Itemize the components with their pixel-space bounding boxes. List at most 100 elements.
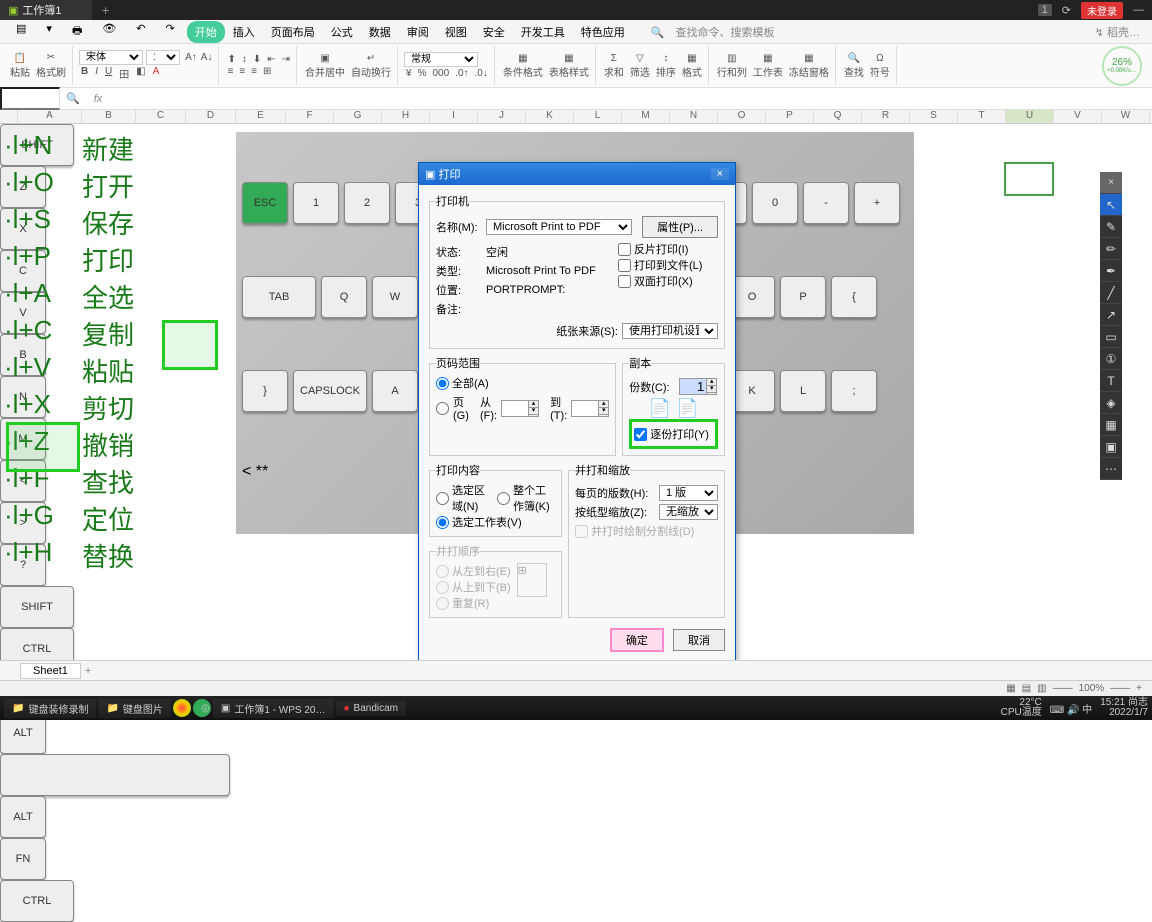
close-tools-icon[interactable]: × xyxy=(1100,172,1122,194)
col-V[interactable]: V xyxy=(1054,110,1102,123)
copies-input[interactable] xyxy=(680,379,706,394)
view-normal-icon[interactable]: ▦ xyxy=(1006,683,1015,694)
align-right-icon[interactable]: ≡ xyxy=(249,66,259,77)
invert-checkbox[interactable] xyxy=(618,243,631,256)
dialog-titlebar[interactable]: ▣ 打印 × xyxy=(419,163,735,185)
taskbar-wps[interactable]: ▣ 工作簿1 - WPS 20… xyxy=(213,699,334,718)
fontsize-selector[interactable]: 11 xyxy=(146,50,180,65)
collate-checkbox[interactable] xyxy=(634,428,647,441)
taskbar-chrome[interactable] xyxy=(173,699,191,717)
italic-icon[interactable]: I xyxy=(93,66,100,81)
col-Q[interactable]: Q xyxy=(814,110,862,123)
col-D[interactable]: D xyxy=(186,110,236,123)
outdent-icon[interactable]: ⇤ xyxy=(265,54,277,65)
zoom-in-icon[interactable]: + xyxy=(1136,683,1142,694)
paste-button[interactable]: 📋粘贴 xyxy=(8,53,32,79)
col-F[interactable]: F xyxy=(286,110,334,123)
format-painter[interactable]: 格式刷 xyxy=(34,64,68,79)
from-input[interactable] xyxy=(502,401,528,416)
bold-icon[interactable]: B xyxy=(79,66,90,81)
table-style-button[interactable]: ▦表格样式 xyxy=(547,53,591,79)
menu-security[interactable]: 安全 xyxy=(475,21,513,43)
rect-icon[interactable]: ▭ xyxy=(1100,326,1122,348)
brush-icon[interactable]: ✒ xyxy=(1100,260,1122,282)
menu-pagelayout[interactable]: 页面布局 xyxy=(263,21,323,43)
notification-badge[interactable]: 1 xyxy=(1038,4,1052,16)
properties-button[interactable]: 属性(P)... xyxy=(642,216,718,238)
col-M[interactable]: M xyxy=(622,110,670,123)
eraser-icon[interactable]: ◈ xyxy=(1100,392,1122,414)
range-pages-radio[interactable] xyxy=(436,402,449,415)
symbol-button[interactable]: Ω符号 xyxy=(868,53,892,79)
view-break-icon[interactable]: ▥ xyxy=(1037,683,1046,694)
align-top-icon[interactable]: ⬆ xyxy=(225,54,237,65)
marker-icon[interactable]: ✏ xyxy=(1100,238,1122,260)
col-I[interactable]: I xyxy=(430,110,478,123)
sort-button[interactable]: ↕排序 xyxy=(654,53,678,79)
sum-button[interactable]: Σ求和 xyxy=(602,53,626,79)
col-G[interactable]: G xyxy=(334,110,382,123)
print-icon[interactable]: 🖶 xyxy=(64,19,90,44)
col-R[interactable]: R xyxy=(862,110,910,123)
filter-button[interactable]: ▽筛选 xyxy=(628,53,652,79)
col-O[interactable]: O xyxy=(718,110,766,123)
menu-review[interactable]: 审阅 xyxy=(399,21,437,43)
col-K[interactable]: K xyxy=(526,110,574,123)
number-icon[interactable]: ① xyxy=(1100,348,1122,370)
indent-icon[interactable]: ⇥ xyxy=(280,54,292,65)
col-E[interactable]: E xyxy=(236,110,286,123)
merge-center-button[interactable]: ▣合并居中 xyxy=(303,53,347,79)
col-P[interactable]: P xyxy=(766,110,814,123)
sel-sheet-radio[interactable] xyxy=(436,516,449,529)
find-button[interactable]: 🔍查找 xyxy=(842,53,866,79)
perpage-select[interactable]: 1 版 xyxy=(659,485,718,501)
align-left-icon[interactable]: ≡ xyxy=(225,66,235,77)
cut-icon[interactable]: ✂ xyxy=(34,52,68,63)
save-icon[interactable]: ▾ xyxy=(38,19,60,44)
pencil-icon[interactable]: ✎ xyxy=(1100,216,1122,238)
blur-icon[interactable]: ▦ xyxy=(1100,414,1122,436)
conditional-format-button[interactable]: ▦条件格式 xyxy=(501,53,545,79)
menu-start[interactable]: 开始 xyxy=(187,21,225,43)
col-L[interactable]: L xyxy=(574,110,622,123)
preview-icon[interactable]: 👁 xyxy=(94,19,124,44)
view-page-icon[interactable]: ▤ xyxy=(1022,683,1031,694)
col-T[interactable]: T xyxy=(958,110,1006,123)
tray-weather[interactable]: 22°CCPU温度 xyxy=(1001,698,1042,718)
col-N[interactable]: N xyxy=(670,110,718,123)
merge-icon[interactable]: ⊞ xyxy=(261,66,273,77)
zoom-icon[interactable]: 🔍 xyxy=(60,92,86,105)
menu-formula[interactable]: 公式 xyxy=(323,21,361,43)
wrap-text-button[interactable]: ↵自动换行 xyxy=(349,53,393,79)
menu-view[interactable]: 视图 xyxy=(437,21,475,43)
tray-clock[interactable]: 15:21 尚志2022/1/7 xyxy=(1100,698,1148,718)
taskbar-app2[interactable]: 📁 键盘图片 xyxy=(98,699,170,718)
comma-icon[interactable]: 000 xyxy=(431,68,452,79)
border-icon[interactable]: 田 xyxy=(117,66,131,81)
cursor-icon[interactable]: ↖ xyxy=(1100,194,1122,216)
col-A[interactable]: A xyxy=(18,110,82,123)
align-mid-icon[interactable]: ↕ xyxy=(240,54,249,65)
taskbar-360[interactable]: ◎ xyxy=(193,699,211,717)
docer-button[interactable]: ↯ 稻壳… xyxy=(1087,21,1148,43)
arrow-icon[interactable]: ↗ xyxy=(1100,304,1122,326)
col-H[interactable]: H xyxy=(382,110,430,123)
rowcol-button[interactable]: ▥行和列 xyxy=(715,53,749,79)
more-icon[interactable]: ⋯ xyxy=(1100,458,1122,480)
font-color-icon[interactable]: A xyxy=(151,66,162,81)
menu-special[interactable]: 特色应用 xyxy=(573,21,633,43)
menu-dev[interactable]: 开发工具 xyxy=(513,21,573,43)
currency-icon[interactable]: ¥ xyxy=(404,68,414,79)
percent-icon[interactable]: % xyxy=(416,68,429,79)
range-all-radio[interactable] xyxy=(436,377,449,390)
format-button[interactable]: ▦格式 xyxy=(680,53,704,79)
new-tab-icon[interactable]: + xyxy=(102,2,110,18)
col-C[interactable]: C xyxy=(136,110,186,123)
number-format-selector[interactable]: 常规 xyxy=(404,52,478,67)
col-S[interactable]: S xyxy=(910,110,958,123)
col-J[interactable]: J xyxy=(478,110,526,123)
undo-icon[interactable]: ↶ xyxy=(128,19,153,44)
menu-data[interactable]: 数据 xyxy=(361,21,399,43)
cancel-button[interactable]: 取消 xyxy=(673,629,725,651)
papersource-select[interactable]: 使用打印机设置 xyxy=(622,323,718,339)
